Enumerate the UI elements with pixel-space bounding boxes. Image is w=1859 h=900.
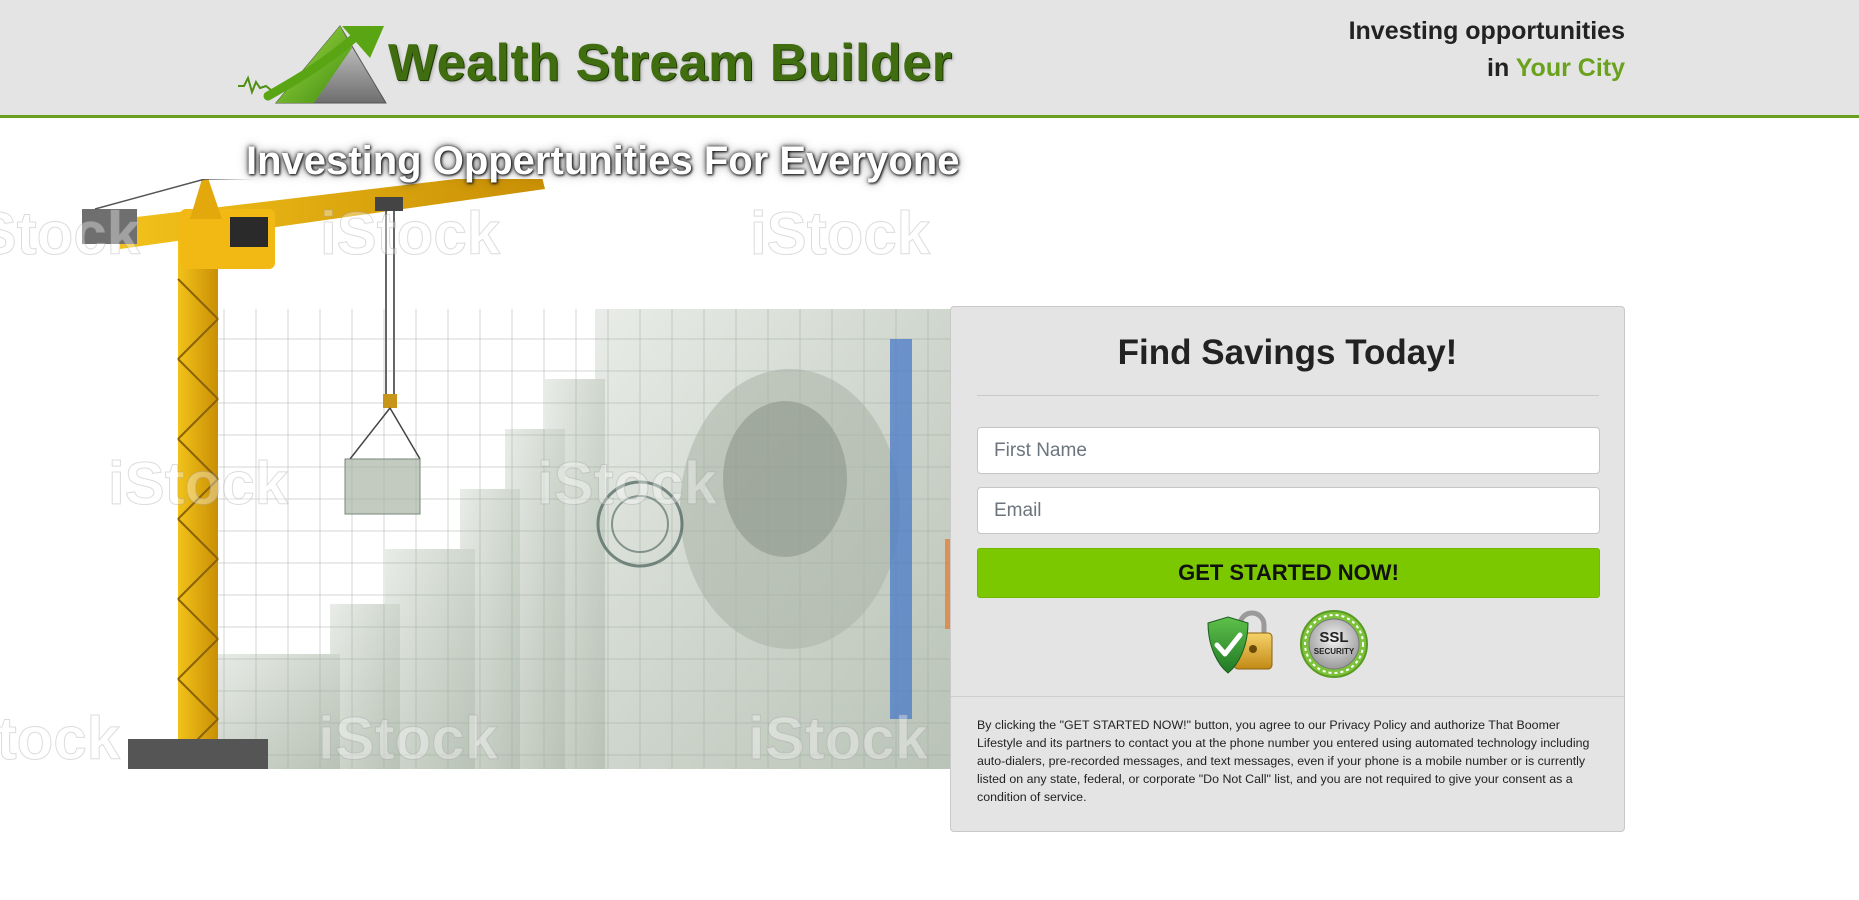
site-header: Wealth Stream Builder Investing opportun… [0,0,1859,118]
header-tagline: Investing opportunities in Your City [1349,13,1625,87]
brand-name: Wealth Stream Builder [388,34,953,92]
consent-disclaimer: By clicking the "GET STARTED NOW!" butto… [977,718,1590,804]
svg-text:iStock: iStock [0,200,141,267]
ssl-badge-text: SSL [1319,629,1348,646]
svg-text:iStock: iStock [318,705,499,772]
svg-text:iStock: iStock [108,450,289,517]
svg-text:iStock: iStock [748,705,929,772]
ssl-security-icon: SSL SECURITY [1300,610,1368,678]
security-badges: SSL SECURITY [1204,609,1384,679]
svg-text:iStock: iStock [750,200,931,267]
get-started-button[interactable]: GET STARTED NOW! [977,548,1600,598]
ssl-badge-subtext: SECURITY [1314,647,1355,656]
hero-headline: Investing Oppertunities For Everyone [246,139,960,183]
svg-text:iStock: iStock [0,705,121,772]
tagline-line2: in Your City [1349,50,1625,87]
brand-logo[interactable]: Wealth Stream Builder [236,8,952,108]
secure-lock-icon [1207,610,1273,674]
form-divider-lower [951,696,1624,697]
first-name-input[interactable] [977,427,1600,474]
tagline-city: Your City [1515,54,1625,82]
logo-mountain-arrow-icon [238,25,387,104]
email-input[interactable] [977,487,1600,534]
svg-text:iStock: iStock [537,450,718,517]
tagline-line1: Investing opportunities [1348,17,1625,45]
form-divider [977,395,1599,396]
form-title: Find Savings Today! [1117,333,1458,372]
svg-text:iStock: iStock [320,200,501,267]
hero-section: iStock iStock iStock iStock iStock iStoc… [0,121,1859,900]
tagline-prefix: in [1487,54,1510,82]
lead-form-panel: Find Savings Today! GET STARTED NOW! [950,306,1625,832]
